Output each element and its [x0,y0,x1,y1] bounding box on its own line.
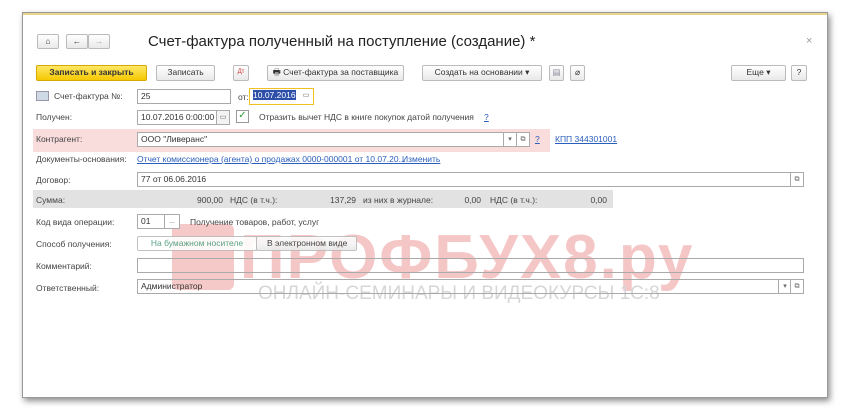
invoice-supplier-button[interactable]: 🖶 Счет-фактура за поставщика [267,65,404,81]
home-icon: ⌂ [45,36,51,46]
open-icon[interactable]: ⧉ [790,172,804,187]
document-icon[interactable]: ▤ [549,65,564,81]
home-button[interactable]: ⌂ [37,34,59,49]
method-label: Способ получения: [36,239,112,249]
paperclip-icon[interactable]: ⌀ [570,65,585,81]
invoice-number-label: Счет-фактура №: [54,91,123,101]
basis-change-link[interactable]: Изменить [402,154,440,164]
from-label: от: [238,92,249,102]
basis-label: Документы-основания: [36,154,127,164]
vat-label: НДС (в т.ч.): [230,195,278,205]
sum-label: Сумма: [36,195,66,205]
invoice-icon [36,91,49,101]
received-label: Получен: [36,112,73,122]
chevron-down-icon: ▾ [766,67,771,77]
vat2-value: 0,00 [590,195,607,205]
vat-help-link[interactable]: ? [484,112,489,122]
open-icon[interactable]: ⧉ [790,279,804,294]
arrow-left-icon: ← [72,36,82,46]
page-title: Счет-фактура полученный на поступление (… [148,33,536,50]
forward-button[interactable]: → [88,34,110,49]
journal-value: 0,00 [464,195,481,205]
save-button[interactable]: Записать [156,65,215,81]
invoice-number-input[interactable]: 25 [137,89,231,104]
responsible-input[interactable]: Администратор [137,279,779,294]
dt-kt-icon[interactable]: Дт [233,65,249,81]
counterparty-input[interactable]: ООО "Ливеранс" [137,132,504,147]
chevron-down-icon: ▾ [525,67,530,77]
op-code-input[interactable]: 01 [137,214,165,229]
create-based-button[interactable]: Создать на основании ▾ [422,65,542,81]
received-input[interactable]: 10.07.2016 0:00:00 [137,110,217,125]
more-button[interactable]: Еще ▾ [731,65,786,81]
help-button[interactable]: ? [791,65,807,81]
open-icon[interactable]: ⧉ [516,132,530,147]
chevron-down-icon[interactable]: ▾ [503,132,517,147]
contract-label: Договор: [36,175,71,185]
responsible-label: Ответственный: [36,283,100,293]
more-label: Еще [746,67,764,77]
counterparty-label: Контрагент: [36,134,83,144]
contract-input[interactable]: 77 от 06.06.2016 [137,172,791,187]
vat-checkbox-label: Отразить вычет НДС в книге покупок датой… [259,112,474,122]
op-code-label: Код вида операции: [36,217,115,227]
invoice-supplier-label: Счет-фактура за поставщика [283,67,399,77]
invoice-date-value: 10.07.2016 [253,90,296,100]
vat2-label: НДС (в т.ч.): [490,195,538,205]
kpp-link[interactable]: КПП 344301001 [555,134,617,144]
window-top-border [23,13,827,15]
calendar-icon[interactable]: ▭ [216,110,230,125]
method-paper-button[interactable]: На бумажном носителе [137,236,257,251]
arrow-right-icon: → [94,36,104,46]
printer-icon: 🖶 [272,67,284,77]
comment-input[interactable] [137,258,804,273]
create-based-label: Создать на основании [434,67,523,77]
counterparty-help-link[interactable]: ? [535,134,540,144]
vat-checkbox[interactable]: ✓ [236,110,249,123]
vat-value: 137,29 [330,195,356,205]
comment-label: Комментарий: [36,261,92,271]
sum-value: 900,00 [197,195,223,205]
journal-label: из них в журнале: [363,195,434,205]
basis-document-link[interactable]: Отчет комиссионера (агента) о продажах 0… [137,154,406,164]
save-and-close-button[interactable]: Записать и закрыть [36,65,147,81]
method-electronic-button[interactable]: В электронном виде [256,236,357,251]
back-button[interactable]: ← [66,34,88,49]
close-icon[interactable]: × [806,35,812,47]
calendar-icon[interactable]: ▭ [299,89,313,104]
op-code-description: Получение товаров, работ, услуг [190,217,320,227]
select-ellipsis-button[interactable]: ... [164,214,180,229]
